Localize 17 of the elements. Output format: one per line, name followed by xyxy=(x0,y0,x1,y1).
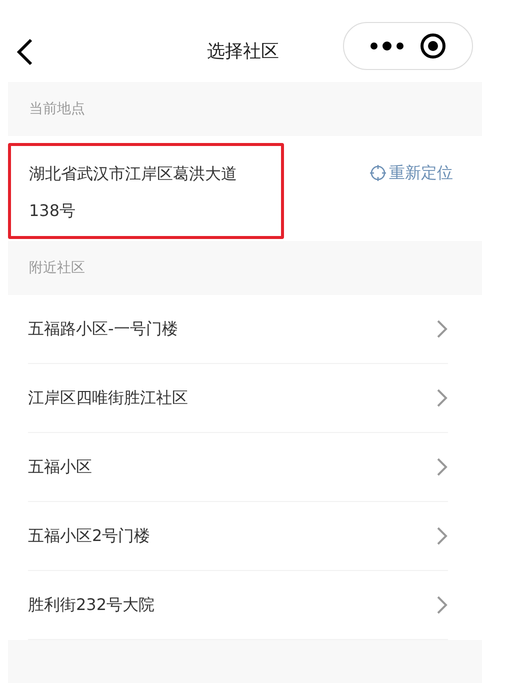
chevron-right-icon xyxy=(436,595,448,615)
locate-icon xyxy=(370,165,386,181)
section-header: 附近社区 xyxy=(29,258,85,278)
page-title: 选择社区 xyxy=(206,40,280,64)
community-item[interactable]: 五福路小区-一号门楼 xyxy=(28,295,448,364)
current-address: 湖北省武汉市江岸区葛洪大道138号 xyxy=(29,163,238,222)
chevron-right-icon xyxy=(436,319,448,339)
chevron-right-icon xyxy=(436,388,448,408)
more-icon[interactable] xyxy=(370,41,404,51)
community-item[interactable]: 五福小区 xyxy=(28,433,448,502)
community-item[interactable]: 江岸区四唯街胜江社区 xyxy=(28,364,448,433)
chevron-right-icon xyxy=(436,457,448,477)
section-header: 当前地点 xyxy=(29,100,85,118)
chevron-right-icon xyxy=(436,526,448,546)
back-icon[interactable] xyxy=(16,38,34,66)
community-item[interactable]: 五福小区2号门楼 xyxy=(28,502,448,571)
close-target-icon[interactable] xyxy=(420,33,446,59)
